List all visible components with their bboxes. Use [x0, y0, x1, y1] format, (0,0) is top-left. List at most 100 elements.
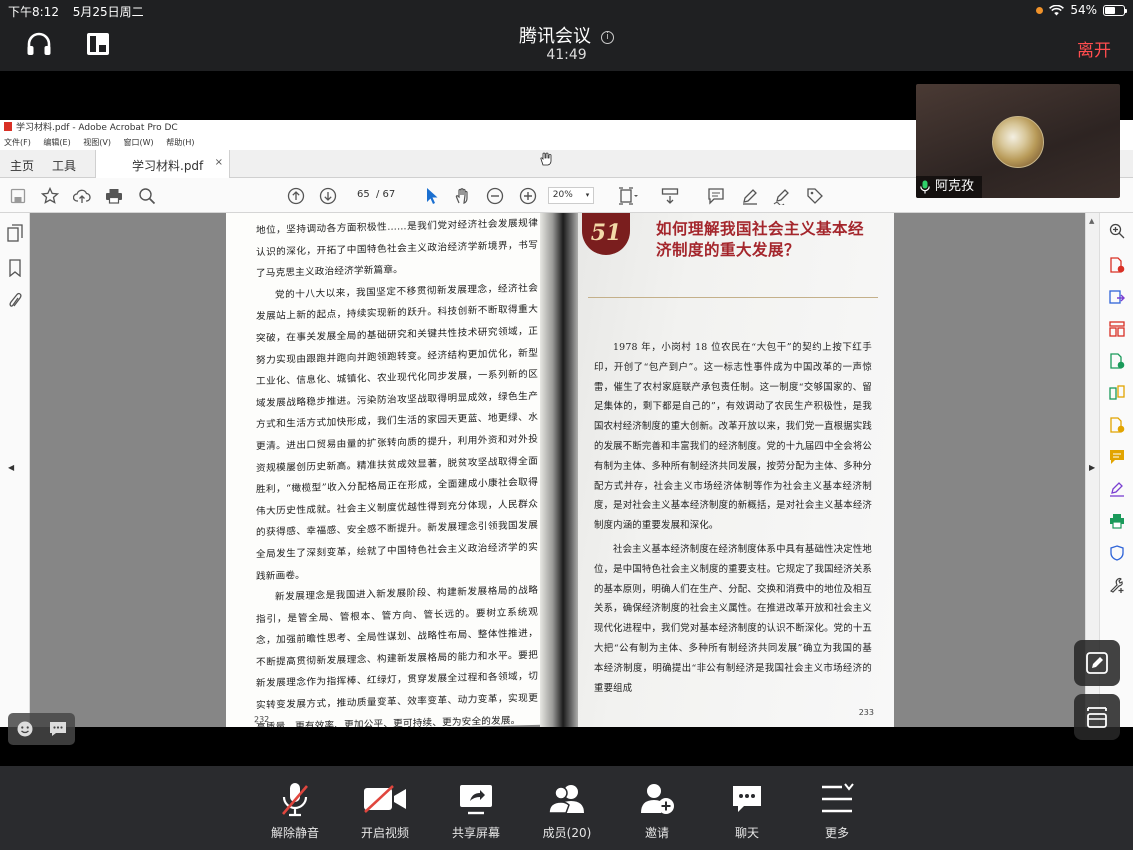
meeting-duration: 41:49	[546, 47, 587, 63]
select-tool-button[interactable]	[422, 186, 442, 206]
battery-percent: 54%	[1070, 3, 1097, 17]
hand-tool-button[interactable]	[453, 186, 473, 206]
comment-button[interactable]	[706, 186, 726, 206]
cursor-hand-icon	[540, 152, 552, 166]
share-screen-button[interactable]: 共享屏幕	[436, 780, 516, 841]
book-page-left: 地位，坚持调动各方面积极性……是我们党对经济社会发展规律认识的深化，开拓了中国特…	[226, 213, 556, 727]
quick-chat-icon[interactable]	[49, 720, 67, 738]
next-page-button[interactable]	[318, 186, 338, 206]
prev-page-button[interactable]	[286, 186, 306, 206]
more-label: 更多	[824, 826, 849, 840]
tab-document[interactable]: 学习材料.pdf ×	[95, 150, 230, 178]
tag-button[interactable]	[805, 186, 825, 206]
create-pdf-icon	[1110, 257, 1125, 273]
attachments-button[interactable]	[5, 291, 25, 311]
scroll-mode-button[interactable]	[660, 186, 680, 206]
tool-comment-button[interactable]	[1107, 447, 1127, 467]
members-button[interactable]: 成员(20)	[527, 780, 607, 841]
tab-tools[interactable]: 工具	[52, 157, 76, 174]
annotate-icon	[1086, 652, 1108, 674]
leave-button[interactable]: 离开	[1077, 36, 1111, 61]
share-screen-label: 共享屏幕	[451, 826, 500, 840]
left-paragraph: 党的十八大以来，我国坚定不移贯彻新发展理念，经济社会发展站上新的起点，持续实现新…	[256, 282, 538, 582]
status-time: 下午8:12	[8, 5, 59, 19]
chat-icon	[733, 786, 761, 812]
tab-home[interactable]: 主页	[10, 157, 34, 174]
zoom-out-button[interactable]	[485, 186, 505, 206]
chapter-number-badge: 51	[582, 213, 630, 255]
tool-fill-sign-button[interactable]	[1107, 415, 1127, 435]
collapse-left-icon[interactable]: ◀	[8, 463, 14, 472]
cloud-upload-button[interactable]	[72, 186, 92, 206]
sign-button[interactable]	[772, 186, 792, 206]
edit-pdf-icon	[1110, 353, 1125, 369]
emoji-icon[interactable]	[16, 720, 34, 738]
tool-print-production-button[interactable]	[1107, 511, 1127, 531]
tool-organize-pages-button[interactable]	[1107, 319, 1127, 339]
tool-export-pdf-button[interactable]	[1107, 287, 1127, 307]
meeting-title: 腾讯会议 i	[0, 22, 1133, 48]
menu-file[interactable]: 文件(F)	[4, 138, 31, 147]
screen-layout-button[interactable]	[1074, 694, 1120, 740]
arrow-down-circle-icon	[319, 187, 337, 205]
meeting-controls: 解除静音 开启视频 共享屏幕 成员(20) 邀请 聊天 更多	[0, 766, 1133, 850]
tool-protect-button[interactable]	[1107, 543, 1127, 563]
annotate-button[interactable]	[1074, 640, 1120, 686]
participant-video-tile[interactable]: 阿克孜	[916, 84, 1120, 198]
bookmark-star-button[interactable]	[40, 186, 60, 206]
unmute-button[interactable]: 解除静音	[255, 780, 335, 841]
chapter-divider	[588, 297, 878, 298]
chat-button[interactable]: 聊天	[707, 780, 787, 841]
left-paragraph: 新发展理念是我国进入新发展阶段、构建新发展格局的战略指引，是管全局、管根本、管方…	[256, 584, 538, 727]
battery-icon	[1103, 4, 1127, 16]
window-layout-icon	[1087, 707, 1107, 728]
bookmarks-button[interactable]	[5, 258, 25, 278]
organize-icon	[1109, 321, 1125, 337]
collapse-right-icon[interactable]: ▶	[1089, 463, 1095, 472]
tool-combine-button[interactable]	[1107, 383, 1127, 403]
save-button[interactable]	[8, 186, 28, 206]
zoom-search-button[interactable]	[137, 186, 157, 206]
video-off-icon	[364, 785, 406, 813]
zoom-in-button[interactable]	[518, 186, 538, 206]
more-button[interactable]: 更多	[797, 780, 877, 841]
menu-window[interactable]: 窗口(W)	[124, 138, 154, 147]
comment-yellow-icon	[1110, 450, 1124, 464]
tool-create-pdf-button[interactable]	[1107, 255, 1127, 275]
navigation-pane: ◀	[0, 213, 30, 727]
fill-doc-icon	[1110, 417, 1125, 433]
arrow-up-circle-icon	[287, 187, 305, 205]
start-video-button[interactable]: 开启视频	[345, 780, 425, 841]
current-page-field[interactable]: 65	[357, 189, 370, 200]
plus-circle-icon	[519, 187, 537, 205]
menu-view[interactable]: 视图(V)	[83, 138, 111, 147]
right-page-number: 233	[858, 708, 874, 717]
tool-more-tools-button[interactable]	[1107, 575, 1127, 595]
book-page-right: 51 如何理解我国社会主义基本经济制度的重大发展？ 1978 年，小岗村 18 …	[578, 213, 894, 727]
mini-control-bar	[8, 713, 75, 745]
total-pages: / 67	[376, 189, 396, 200]
left-page-number: 232	[254, 714, 270, 725]
tencent-meeting-window: 下午8:12 5月25日周二 54% 腾讯会议 i 41:49 离开 学习材料.p…	[0, 0, 1133, 850]
printer-icon	[106, 189, 122, 204]
chapter-title: 如何理解我国社会主义基本经济制度的重大发展？	[656, 220, 865, 259]
page-fit-button[interactable]	[618, 186, 638, 206]
tab-close-icon[interactable]: ×	[215, 157, 223, 168]
page-thumbnails-button[interactable]	[5, 223, 25, 243]
tool-edit-pdf-button[interactable]	[1107, 351, 1127, 371]
document-view: 地位，坚持调动各方面积极性……是我们党对经济社会发展规律认识的深化，开拓了中国特…	[30, 213, 1085, 727]
print-button[interactable]	[104, 186, 124, 206]
menu-edit[interactable]: 编辑(E)	[43, 138, 70, 147]
star-icon	[41, 187, 59, 204]
arrow-cursor-icon	[427, 188, 438, 204]
tool-signature-button[interactable]	[1107, 479, 1127, 499]
tool-zoom-button[interactable]	[1107, 221, 1127, 241]
hand-icon	[455, 188, 468, 204]
invite-button[interactable]: 邀请	[617, 780, 697, 841]
right-paragraph: 1978 年，小岗村 18 位农民在“大包干”的契约上按下红手印，开创了“包产到…	[594, 342, 872, 532]
zoom-level-select[interactable]: 20% ▾	[548, 187, 594, 204]
meeting-info-icon[interactable]: i	[601, 31, 614, 44]
menu-help[interactable]: 帮助(H)	[166, 138, 194, 147]
highlight-button[interactable]	[740, 186, 760, 206]
scroll-up-icon[interactable]: ▲	[1089, 217, 1094, 225]
